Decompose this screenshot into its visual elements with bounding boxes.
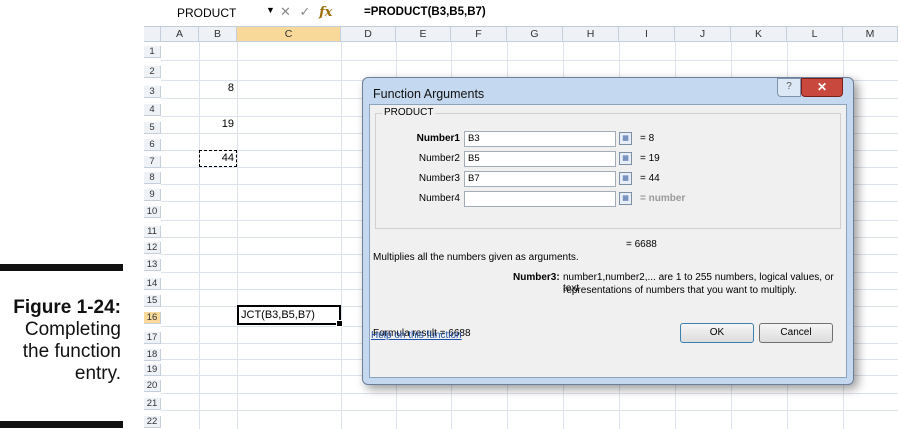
caption-text: Figure 1-24: Completing the function ent… bbox=[13, 297, 121, 385]
name-box-dropdown-icon[interactable]: ▼ bbox=[266, 5, 275, 15]
row-header-5[interactable]: 5 bbox=[144, 122, 161, 134]
confirm-entry-icon[interactable]: ✓ bbox=[300, 4, 311, 19]
row-header-22[interactable]: 22 bbox=[144, 416, 161, 428]
collapse-dialog-icon[interactable]: ▦ bbox=[619, 172, 632, 185]
column-header-i[interactable]: I bbox=[619, 27, 675, 42]
column-header-c[interactable]: C bbox=[237, 27, 341, 42]
column-header-a[interactable]: A bbox=[161, 27, 199, 42]
arg-result-number1: = 8 bbox=[640, 133, 655, 144]
name-box-value: PRODUCT bbox=[177, 6, 237, 20]
column-header-e[interactable]: E bbox=[396, 27, 451, 42]
formula-input[interactable]: =PRODUCT(B3,B5,B7) bbox=[364, 6, 486, 18]
cell-c16-text: JCT(B3,B5,B7) bbox=[241, 309, 315, 321]
excel-window: PRODUCT ▼ ✕ ✓ fx =PRODUCT(B3,B5,B7) A B … bbox=[144, 0, 898, 429]
column-header-l[interactable]: L bbox=[787, 27, 843, 42]
column-header-b[interactable]: B bbox=[199, 27, 237, 42]
row-header-16[interactable]: 16 bbox=[144, 312, 161, 324]
row-header-18[interactable]: 18 bbox=[144, 349, 161, 361]
arg-result-number3: = 44 bbox=[640, 173, 660, 184]
formula-bar: PRODUCT ▼ ✕ ✓ fx =PRODUCT(B3,B5,B7) bbox=[144, 0, 898, 27]
arg-label-number2: Number2 bbox=[418, 153, 460, 164]
cell-b3[interactable]: 8 bbox=[199, 82, 234, 94]
row-header-3[interactable]: 3 bbox=[144, 86, 161, 98]
arg-label-number3: Number3 bbox=[418, 173, 460, 184]
argument-help-label: Number3: bbox=[513, 272, 560, 283]
row-header-14[interactable]: 14 bbox=[144, 278, 161, 290]
cancel-button[interactable]: Cancel bbox=[759, 323, 833, 343]
caption-figure-number: Figure 1-24: bbox=[13, 297, 121, 318]
row-header-10[interactable]: 10 bbox=[144, 206, 161, 218]
gridline bbox=[341, 42, 342, 429]
column-header-j[interactable]: J bbox=[675, 27, 731, 42]
arg-result-number2: = 19 bbox=[640, 153, 660, 164]
arg-label-number4: Number4 bbox=[418, 193, 460, 204]
cancel-entry-icon[interactable]: ✕ bbox=[280, 4, 291, 19]
function-arguments-dialog: Function Arguments ? ✕ PRODUCT Number1 B… bbox=[362, 77, 854, 385]
column-header-d[interactable]: D bbox=[341, 27, 396, 42]
column-header-f[interactable]: F bbox=[451, 27, 507, 42]
row-header-1[interactable]: 1 bbox=[144, 46, 161, 58]
name-box[interactable]: PRODUCT bbox=[148, 4, 260, 23]
formula-buttons: ✕ ✓ fx bbox=[280, 4, 337, 20]
row-header-19[interactable]: 19 bbox=[144, 364, 161, 376]
arg-input-number3[interactable]: B7 bbox=[464, 171, 616, 187]
caption-line-2: the function bbox=[22, 341, 121, 362]
function-description: Multiplies all the numbers given as argu… bbox=[373, 252, 579, 263]
arg-input-number4[interactable] bbox=[464, 191, 616, 207]
close-icon[interactable]: ✕ bbox=[801, 78, 843, 97]
collapse-dialog-icon[interactable]: ▦ bbox=[619, 132, 632, 145]
caption-line-1: Completing bbox=[24, 319, 121, 340]
row-header-9[interactable]: 9 bbox=[144, 189, 161, 201]
arg-result-number4: = number bbox=[640, 193, 686, 204]
arguments-group: PRODUCT Number1 B3 ▦ = 8 Number2 B5 ▦ = … bbox=[375, 107, 841, 229]
row-header-12[interactable]: 12 bbox=[144, 242, 161, 254]
row-header-4[interactable]: 4 bbox=[144, 104, 161, 116]
fill-handle[interactable] bbox=[336, 320, 343, 327]
column-header-m[interactable]: M bbox=[843, 27, 898, 42]
function-name-label: PRODUCT bbox=[382, 107, 436, 118]
row-header-6[interactable]: 6 bbox=[144, 139, 161, 151]
function-result: = 6688 bbox=[626, 239, 657, 250]
row-header-15[interactable]: 15 bbox=[144, 295, 161, 307]
arg-input-number2[interactable]: B5 bbox=[464, 151, 616, 167]
collapse-dialog-icon[interactable]: ▦ bbox=[619, 192, 632, 205]
row-header-17[interactable]: 17 bbox=[144, 332, 161, 344]
row-header-2[interactable]: 2 bbox=[144, 66, 161, 78]
column-header-g[interactable]: G bbox=[507, 27, 563, 42]
active-cell-c16[interactable]: JCT(B3,B5,B7) bbox=[237, 305, 343, 327]
dialog-title: Function Arguments bbox=[373, 87, 485, 101]
row-header-11[interactable]: 11 bbox=[144, 226, 161, 238]
caption-line-3: entry. bbox=[74, 363, 121, 384]
argument-help-line-2: representations of numbers that you want… bbox=[563, 285, 797, 296]
arg-label-number1: Number1 bbox=[416, 133, 460, 144]
collapse-dialog-icon[interactable]: ▦ bbox=[619, 152, 632, 165]
column-header-k[interactable]: K bbox=[731, 27, 787, 42]
column-header-h[interactable]: H bbox=[563, 27, 619, 42]
row-header-7[interactable]: 7 bbox=[144, 156, 161, 168]
row-header-13[interactable]: 13 bbox=[144, 259, 161, 271]
gridline bbox=[199, 42, 200, 429]
help-icon[interactable]: ? bbox=[777, 78, 801, 97]
row-header-20[interactable]: 20 bbox=[144, 380, 161, 392]
row-header-21[interactable]: 21 bbox=[144, 398, 161, 410]
gridline bbox=[237, 42, 238, 429]
row-header-8[interactable]: 8 bbox=[144, 172, 161, 184]
arg-input-number1[interactable]: B3 bbox=[464, 131, 616, 147]
figure-caption: Figure 1-24: Completing the function ent… bbox=[0, 264, 123, 428]
cell-b5[interactable]: 19 bbox=[199, 118, 234, 130]
help-on-function-link[interactable]: Help on this function bbox=[371, 330, 462, 341]
ok-button[interactable]: OK bbox=[680, 323, 754, 343]
cell-b7[interactable]: 44 bbox=[199, 152, 234, 164]
select-all-corner[interactable] bbox=[144, 27, 161, 42]
insert-function-icon[interactable]: fx bbox=[319, 5, 332, 20]
